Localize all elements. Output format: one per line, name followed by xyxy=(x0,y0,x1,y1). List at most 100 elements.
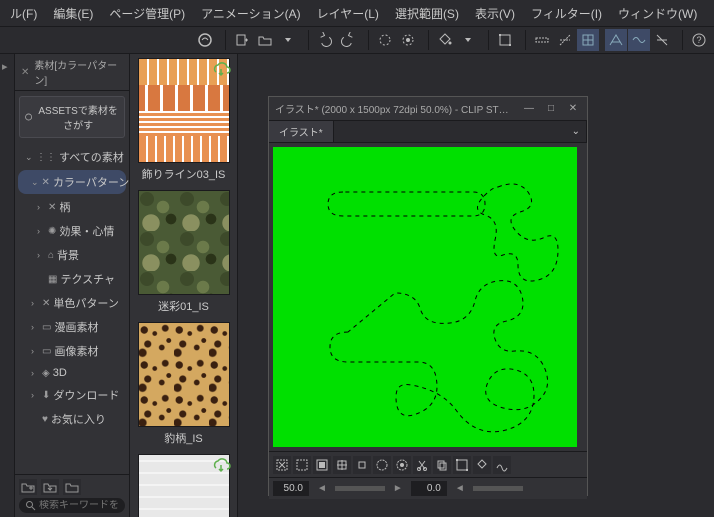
snap-grid-icon[interactable] xyxy=(577,29,599,51)
snap-symmetry-icon[interactable] xyxy=(628,29,650,51)
menu-selection[interactable]: 選択範囲(S) xyxy=(387,1,467,26)
rotate-left-icon[interactable]: ◄ xyxy=(455,483,465,494)
document-title: イラスト* (2000 x 1500px 72dpi 50.0%) - CLIP… xyxy=(275,101,515,116)
cloud-download-icon[interactable] xyxy=(211,60,231,80)
dropdown-icon[interactable] xyxy=(277,29,299,51)
material-item[interactable]: 豹柄_IS xyxy=(130,318,237,450)
menu-help[interactable]: ヘルプ(H) xyxy=(705,1,714,26)
clear-sel-icon[interactable] xyxy=(373,456,391,474)
import-folder-icon[interactable] xyxy=(41,479,59,495)
snap-special-icon[interactable] xyxy=(554,29,576,51)
tree-3d[interactable]: ›◈3D xyxy=(15,363,129,383)
menu-filter[interactable]: フィルター(I) xyxy=(523,1,610,26)
menu-window[interactable]: ウィンドウ(W) xyxy=(610,1,705,26)
fill-icon[interactable] xyxy=(434,29,456,51)
material-tree-panel: ✕ 素材[カラーパターン] ASSETSで素材をさがす ⌄⋮⋮すべての素材 ⌄✕… xyxy=(15,54,130,517)
selection-launcher xyxy=(269,451,587,477)
newlayer-sel-icon[interactable] xyxy=(493,456,511,474)
search-box[interactable] xyxy=(19,498,125,513)
cloud-download-icon[interactable] xyxy=(211,456,231,476)
new-icon[interactable] xyxy=(231,29,253,51)
search-icon xyxy=(25,500,36,511)
tree-effect[interactable]: ›✺効果・心情 xyxy=(15,219,129,243)
material-tree: ⌄⋮⋮すべての素材 ⌄✕カラーパターン ›✕柄 ›✺効果・心情 ›⌂背景 ▦テク… xyxy=(15,143,129,474)
search-input[interactable] xyxy=(39,500,119,511)
tree-pattern[interactable]: ›✕柄 xyxy=(15,195,129,219)
menu-edit[interactable]: 編集(E) xyxy=(45,1,101,26)
material-label: 豹柄_IS xyxy=(134,430,233,446)
zoom-in-icon[interactable]: ► xyxy=(393,483,403,494)
zoom-slider[interactable] xyxy=(335,486,385,491)
panel-tab[interactable]: ✕ 素材[カラーパターン] xyxy=(15,54,129,91)
document-titlebar[interactable]: イラスト* (2000 x 1500px 72dpi 50.0%) - CLIP… xyxy=(269,97,587,121)
deselect-icon[interactable] xyxy=(273,456,291,474)
selection-marquee xyxy=(478,184,559,281)
undo-icon[interactable] xyxy=(314,29,336,51)
snap-perspective-icon[interactable] xyxy=(605,29,627,51)
crop-icon[interactable] xyxy=(293,456,311,474)
expand-icon[interactable] xyxy=(333,456,351,474)
tree-favorite[interactable]: ♥お気に入り xyxy=(15,407,129,431)
clear-out-icon[interactable] xyxy=(393,456,411,474)
rotate-value[interactable]: 0.0 xyxy=(411,481,447,496)
main-toolbar: ? xyxy=(0,26,714,54)
copy-icon[interactable] xyxy=(433,456,451,474)
selection-marquee xyxy=(330,281,548,432)
transform-icon[interactable] xyxy=(494,29,516,51)
clear-outside-icon[interactable] xyxy=(397,29,419,51)
document-statusbar: 50.0 ◄ ► 0.0 ◄ xyxy=(269,477,587,499)
document-tab[interactable]: イラスト* xyxy=(269,121,334,142)
clipstudio-icon[interactable] xyxy=(194,29,216,51)
tree-color-pattern[interactable]: ⌄✕カラーパターン xyxy=(18,170,126,194)
tree-texture[interactable]: ▦テクスチャ xyxy=(15,267,129,291)
help-icon[interactable]: ? xyxy=(688,29,710,51)
tab-dropdown-icon[interactable]: ⌄ xyxy=(566,121,587,142)
tree-all-materials[interactable]: ⌄⋮⋮すべての素材 xyxy=(15,145,129,169)
folder-toolbar xyxy=(19,479,125,495)
shrink-icon[interactable] xyxy=(353,456,371,474)
material-label: 迷彩01_IS xyxy=(134,298,233,314)
close-icon[interactable]: ✕ xyxy=(565,102,581,116)
zoom-out-icon[interactable]: ◄ xyxy=(317,483,327,494)
svg-text:?: ? xyxy=(696,35,701,45)
new-folder-icon[interactable] xyxy=(19,479,37,495)
snap-ruler-icon[interactable] xyxy=(531,29,553,51)
maximize-icon[interactable]: □ xyxy=(543,102,559,116)
tree-background[interactable]: ›⌂背景 xyxy=(15,243,129,267)
material-item[interactable]: 迷彩01_IS xyxy=(130,186,237,318)
material-item[interactable]: 飾りライン03_IS xyxy=(130,54,237,186)
document-tab-row: イラスト* ⌄ xyxy=(269,121,587,143)
menu-file[interactable]: ル(F) xyxy=(2,1,45,26)
open-icon[interactable] xyxy=(254,29,276,51)
cut-icon[interactable] xyxy=(413,456,431,474)
menu-view[interactable]: 表示(V) xyxy=(467,1,523,26)
tree-image[interactable]: ›▭画像素材 xyxy=(15,339,129,363)
tree-manga[interactable]: ›▭漫画素材 xyxy=(15,315,129,339)
redo-icon[interactable] xyxy=(337,29,359,51)
selection-marquee xyxy=(328,192,485,216)
panel-title: 素材[カラーパターン] xyxy=(34,57,123,87)
material-list: 飾りライン03_IS 迷彩01_IS 豹柄_IS xyxy=(130,54,238,517)
close-icon[interactable]: ✕ xyxy=(21,67,29,78)
menu-animation[interactable]: アニメーション(A) xyxy=(193,1,309,26)
minimize-icon[interactable]: ― xyxy=(521,102,537,116)
invert-icon[interactable] xyxy=(313,456,331,474)
menu-bar: ル(F) 編集(E) ページ管理(P) アニメーション(A) レイヤー(L) 選… xyxy=(0,0,714,26)
snap-settings-icon[interactable] xyxy=(651,29,673,51)
tree-monochrome[interactable]: ›✕単色パターン xyxy=(15,291,129,315)
fill-sel-icon[interactable] xyxy=(473,456,491,474)
clear-icon[interactable] xyxy=(374,29,396,51)
left-dock-handle[interactable]: ▸ xyxy=(0,54,15,517)
menu-layer[interactable]: レイヤー(L) xyxy=(309,1,387,26)
delete-folder-icon[interactable] xyxy=(63,479,81,495)
fill-dropdown-icon[interactable] xyxy=(457,29,479,51)
canvas[interactable] xyxy=(273,147,577,447)
zoom-value[interactable]: 50.0 xyxy=(273,481,309,496)
tree-download[interactable]: ›⬇ダウンロード xyxy=(15,383,129,407)
scale-icon[interactable] xyxy=(453,456,471,474)
assets-search-button[interactable]: ASSETSで素材をさがす xyxy=(19,96,125,138)
material-thumbnail xyxy=(138,322,230,427)
rotate-slider[interactable] xyxy=(473,486,523,491)
menu-page[interactable]: ページ管理(P) xyxy=(101,1,193,26)
material-item[interactable] xyxy=(130,450,237,517)
